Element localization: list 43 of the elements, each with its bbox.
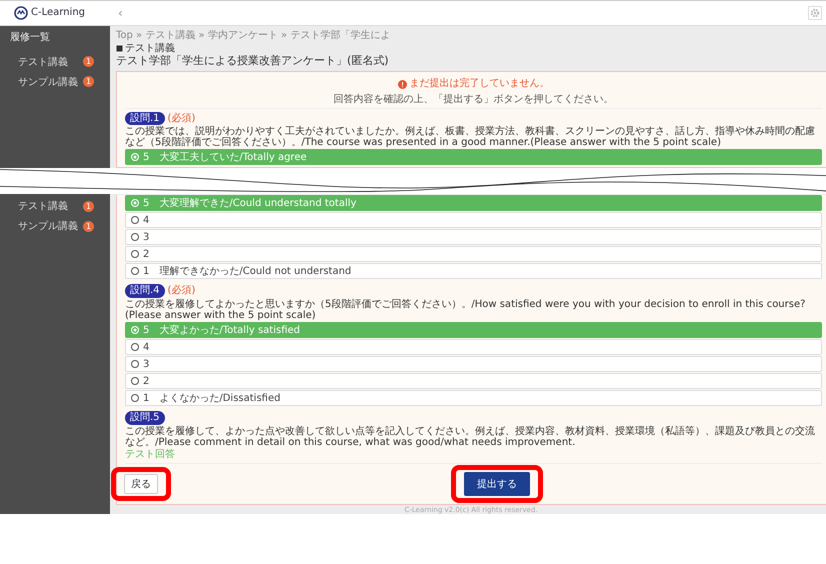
sidebar-item-label: テスト講義 [18,56,68,68]
sidebar-item-label: サンプル講義 [18,76,78,88]
sidebar-item-label: テスト講義 [18,200,68,214]
sidebar-heading: 履修一覧 [9,32,51,45]
radio-icon [131,153,139,162]
question-number: 設問.5 [125,411,165,425]
sidebar-item[interactable]: テスト講義 1 [0,196,110,216]
answer-option[interactable]: 2 [125,246,822,262]
answer-option[interactable]: 1 理解できなかった/Could not understand [125,263,822,280]
page-title: テスト学部「学生による授業改善アンケート」(匿名式) [116,55,390,68]
required-label: (必須) [168,285,196,297]
sidebar-item[interactable]: サンプル講義 1 [0,216,110,236]
sidebar-item-label: サンプル講義 [18,220,78,234]
sidebar-item[interactable]: テスト講義 1 [0,52,110,72]
answer-text: テスト回答 [125,449,176,461]
course-name: テスト講義 [125,42,175,54]
count-badge: 1 [83,76,94,87]
question-text: この授業を履修してよかったと思いますか（5段階評価でご回答ください）。/How satisfied were you with your decision to enroll in this course? (Please answer with the 5 point scale) [125,298,806,322]
answer-option[interactable]: 2 [125,373,822,390]
sidebar-item[interactable]: サンプル講義 1 [0,72,110,92]
breadcrumb: Top » テスト講義 » 学内アンケート » テスト学部「学生によ [116,30,392,42]
question-number: 設問.4 [125,284,165,298]
alert-icon [398,80,406,89]
count-badge: 1 [83,56,94,67]
alert-title: まだ提出は完了していません。 [410,78,550,90]
book-icon [116,44,123,52]
required-label: (必須) [168,112,196,124]
answer-option[interactable]: 4 [125,339,822,356]
question-number: 設問.1 [125,112,165,126]
settings-icon[interactable] [810,8,820,18]
back-button[interactable]: 戻る [124,474,158,494]
question-text: この授業では、説明がわかりやすく工夫がされていましたか。例えば、板書、授業方法、教科書、スクリーンの見やすさ、話し方、指導や休み時間の配慮など（5段階評価でご回答ください）。/The course was presented in a good manner.(Please answer with the 5 point scale) [125,126,816,148]
answer-option[interactable]: 3 [125,229,822,246]
answer-option[interactable]: 1 よくなかった/Dissatisfied [125,390,822,406]
count-badge: 1 [83,200,94,212]
answer-option[interactable]: 3 [125,356,822,372]
submit-button[interactable]: 提出する [464,472,530,496]
alert-message: 回答内容を確認の上、「提出する」ボタンを押してください。 [332,94,614,106]
logo-text: C-Learning [31,7,86,19]
question-text: この授業を履修して、よかった点や改善して欲しい点等を記入してください。例えば、授業内容、教材資料、授業環境（私語等）、課題及び教員との交流など。/Please comment in detail on this course, what was good/what needs improvement. [125,426,816,448]
logo-icon [14,6,28,20]
count-badge: 1 [83,220,94,232]
answer-option[interactable]: 4 [125,212,822,228]
